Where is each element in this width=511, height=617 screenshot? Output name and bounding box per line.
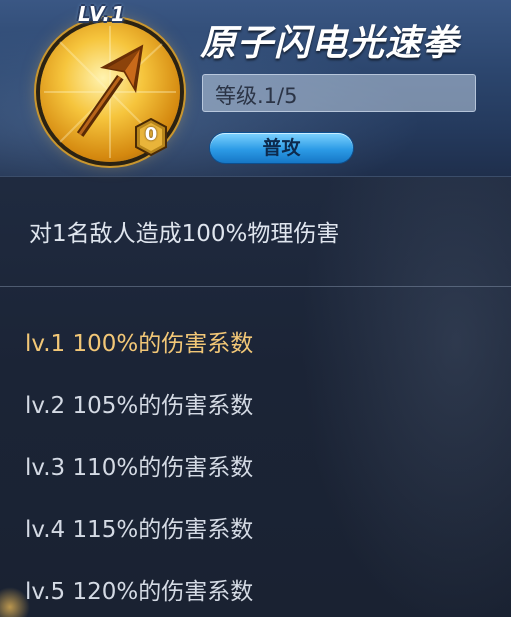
skill-detail-panel: LV.1 0 原子闪电光速拳 等级.1/5 普攻 对1名敌人造成100%物理伤害… (0, 0, 511, 617)
skill-header: LV.1 0 原子闪电光速拳 等级.1/5 普攻 (0, 0, 511, 177)
skill-type-label: 普攻 (262, 137, 301, 159)
divider (0, 286, 511, 287)
skill-level-field: 等级.1/5 (202, 74, 476, 112)
skill-type-pill: 普攻 (210, 133, 353, 163)
level-row-3: lv.3 110%的伤害系数 (25, 455, 254, 481)
level-row-2: lv.2 105%的伤害系数 (25, 393, 254, 419)
level-badge: LV.1 (78, 2, 126, 26)
level-list: lv.1 100%的伤害系数 lv.2 105%的伤害系数 lv.3 110%的… (25, 324, 253, 617)
level-row-1: lv.1 100%的伤害系数 (25, 331, 254, 357)
skill-name: 原子闪电光速拳 (200, 23, 460, 64)
usage-count-badge: 0 (134, 117, 168, 157)
skill-level-text: 等级.1/5 (215, 84, 298, 108)
level-row-5: lv.5 120%的伤害系数 (25, 579, 254, 605)
level-row-4: lv.4 115%的伤害系数 (25, 517, 254, 543)
usage-count: 0 (144, 124, 158, 145)
skill-description: 对1名敌人造成100%物理伤害 (29, 221, 340, 247)
